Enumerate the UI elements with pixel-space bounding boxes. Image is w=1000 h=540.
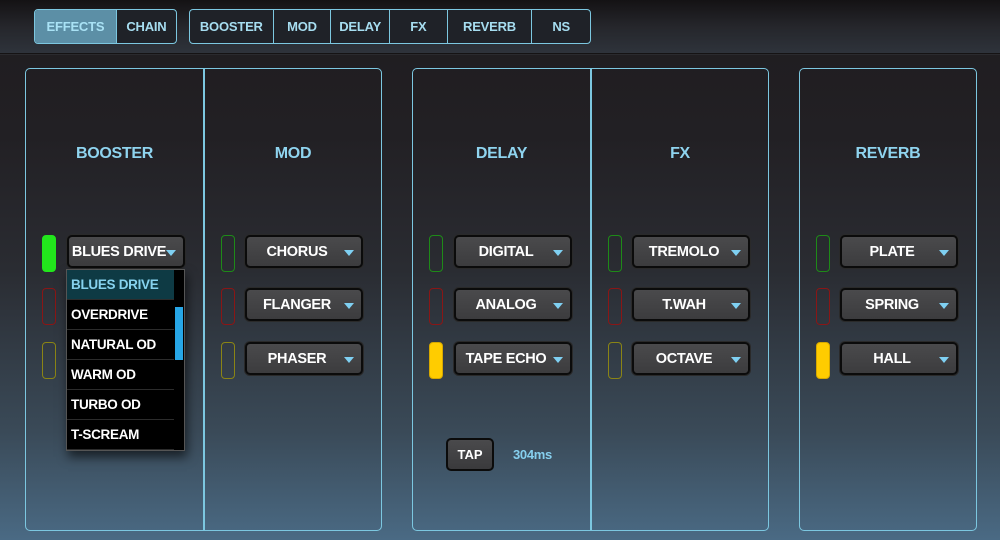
dropdown-value: BLUES DRIVE (71, 243, 167, 260)
chevron-down-icon (553, 357, 563, 363)
section-title-booster: BOOSTER (75, 145, 154, 162)
led-reverb-2[interactable] (816, 288, 830, 325)
section-title-reverb: REVERB (855, 145, 921, 162)
dropdown-value: CHORUS (266, 243, 328, 260)
delay-dropdown-2[interactable]: ANALOG (454, 288, 572, 321)
dropdown-value: T.WAH (662, 296, 706, 313)
effect-tabs: BOOSTER MOD DELAY FX REVERB NS (189, 9, 591, 44)
tab-ns[interactable]: NS (532, 10, 590, 43)
dropdown-value: PHASER (267, 350, 327, 367)
tab-reverb[interactable]: REVERB (448, 10, 533, 43)
led-delay-2[interactable] (429, 288, 443, 325)
led-delay-1[interactable] (429, 235, 443, 272)
dropdown-value: TREMOLO (648, 243, 720, 260)
led-fx-2[interactable] (608, 288, 622, 325)
menu-option[interactable]: NATURAL OD (67, 330, 174, 360)
dropdown-value: TAPE ECHO (465, 350, 547, 367)
menu-option[interactable]: TURBO OD (67, 390, 174, 420)
dropdown-value: PLATE (869, 243, 915, 260)
reverb-dropdown-2[interactable]: SPRING (840, 288, 958, 321)
tap-tempo-button[interactable]: TAP (446, 438, 494, 471)
tap-tempo-value: 304ms (513, 447, 552, 462)
tab-booster[interactable]: BOOSTER (190, 10, 274, 43)
section-title-mod: MOD (274, 145, 312, 162)
menu-option[interactable]: OVERDRIVE (67, 300, 174, 330)
led-booster-2[interactable] (42, 288, 56, 325)
reverb-dropdown-1[interactable]: PLATE (840, 235, 958, 268)
chevron-down-icon (731, 250, 741, 256)
chevron-down-icon (731, 303, 741, 309)
tab-delay[interactable]: DELAY (331, 10, 390, 43)
menu-option[interactable]: T-SCREAM (67, 420, 174, 450)
led-mod-3[interactable] (221, 342, 235, 379)
dropdown-value: DIGITAL (478, 243, 534, 260)
fx-dropdown-2[interactable]: T.WAH (632, 288, 750, 321)
led-fx-3[interactable] (608, 342, 622, 379)
booster-dropdown-menu: BLUES DRIVE OVERDRIVE NATURAL OD WARM OD… (66, 269, 185, 451)
dropdown-value: FLANGER (263, 296, 331, 313)
mod-dropdown-3[interactable]: PHASER (245, 342, 363, 375)
tab-mod[interactable]: MOD (274, 10, 332, 43)
fx-dropdown-3[interactable]: OCTAVE (632, 342, 750, 375)
led-fx-1[interactable] (608, 235, 622, 272)
section-title-fx: FX (670, 145, 690, 162)
delay-dropdown-1[interactable]: DIGITAL (454, 235, 572, 268)
dropdown-value: SPRING (865, 296, 919, 313)
chevron-down-icon (553, 303, 563, 309)
reverb-dropdown-3[interactable]: HALL (840, 342, 958, 375)
dropdown-value: OCTAVE (655, 350, 713, 367)
section-title-delay: DELAY (475, 145, 528, 162)
panel-divider (590, 69, 592, 530)
view-tabs: EFFECTS CHAIN (34, 9, 177, 44)
menu-option[interactable]: BLUES DRIVE (67, 270, 174, 300)
dropdown-value: ANALOG (475, 296, 537, 313)
led-delay-3[interactable] (429, 342, 443, 379)
led-booster-3[interactable] (42, 342, 56, 379)
chevron-down-icon (344, 357, 354, 363)
tab-fx[interactable]: FX (390, 10, 448, 43)
led-booster-1[interactable] (42, 235, 56, 272)
mod-dropdown-1[interactable]: CHORUS (245, 235, 363, 268)
mod-dropdown-2[interactable]: FLANGER (245, 288, 363, 321)
fx-dropdown-1[interactable]: TREMOLO (632, 235, 750, 268)
top-bar: EFFECTS CHAIN BOOSTER MOD DELAY FX REVER… (0, 0, 1000, 54)
booster-dropdown[interactable]: BLUES DRIVE (67, 235, 185, 268)
chevron-down-icon (939, 303, 949, 309)
chevron-down-icon (344, 250, 354, 256)
delay-dropdown-3[interactable]: TAPE ECHO (454, 342, 572, 375)
chevron-down-icon (166, 250, 176, 256)
menu-option[interactable]: WARM OD (67, 360, 174, 390)
chevron-down-icon (939, 357, 949, 363)
chevron-down-icon (344, 303, 354, 309)
tab-chain[interactable]: CHAIN (117, 10, 176, 43)
chevron-down-icon (939, 250, 949, 256)
menu-scrollbar-thumb[interactable] (175, 307, 183, 360)
led-mod-1[interactable] (221, 235, 235, 272)
dropdown-value: HALL (873, 350, 911, 367)
chevron-down-icon (731, 357, 741, 363)
led-reverb-1[interactable] (816, 235, 830, 272)
led-mod-2[interactable] (221, 288, 235, 325)
panel-divider (203, 69, 205, 530)
chevron-down-icon (553, 250, 563, 256)
led-reverb-3[interactable] (816, 342, 830, 379)
menu-scrollbar[interactable] (174, 270, 184, 450)
tab-effects[interactable]: EFFECTS (35, 10, 117, 43)
